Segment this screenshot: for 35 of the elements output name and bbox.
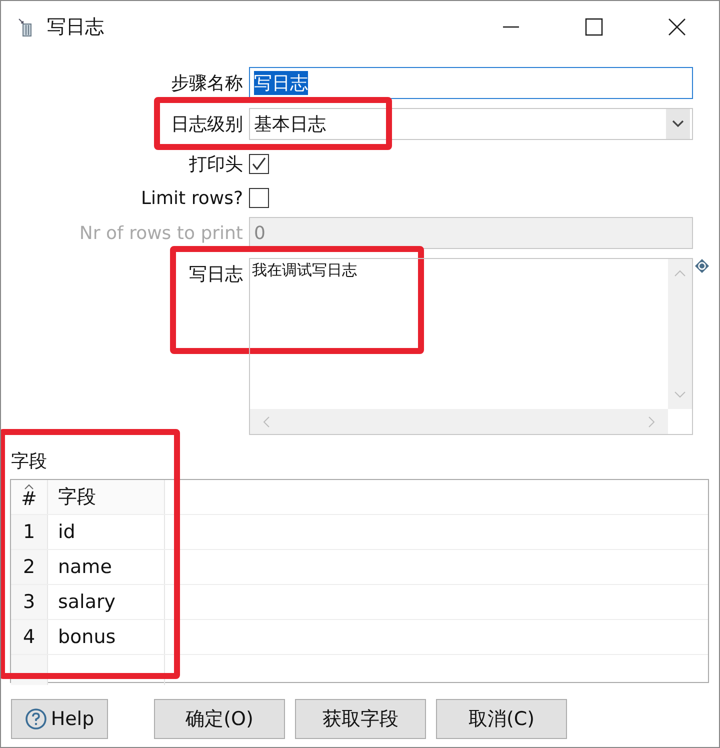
field-label: 步骤名称 — [170, 72, 244, 95]
help-icon — [24, 708, 47, 730]
row-number: 1 — [11, 515, 48, 549]
help-button[interactable]: Help — [11, 699, 108, 739]
print-header-checkbox[interactable] — [249, 154, 269, 174]
close-icon[interactable] — [668, 18, 686, 36]
limit-rows-checkbox[interactable] — [249, 188, 269, 208]
log-level-dropdown[interactable]: 基本日志 — [249, 108, 693, 140]
column-header[interactable]: 字段 — [48, 480, 165, 514]
table-cell[interactable]: bonus — [48, 620, 165, 654]
field-label: 日志级别 — [170, 113, 244, 136]
log-text-area[interactable]: 我在调试写日志 — [249, 258, 693, 435]
step-name-field[interactable]: 写日志 — [249, 67, 693, 99]
section-label: 字段 — [11, 450, 48, 473]
table-cell[interactable]: salary — [48, 585, 165, 619]
row-number: 4 — [11, 620, 48, 654]
app-icon — [17, 17, 33, 37]
field-label: 写日志 — [188, 263, 244, 286]
dialog-button[interactable]: 取消(C) — [436, 699, 567, 739]
field-label: 打印头 — [188, 153, 244, 176]
column-header[interactable]: # — [11, 480, 48, 514]
table-cell[interactable]: id — [48, 515, 165, 549]
row-number: 2 — [11, 550, 48, 584]
row-number: 3 — [11, 585, 48, 619]
table-cell[interactable]: name — [48, 550, 165, 584]
variable-icon[interactable] — [694, 258, 710, 274]
field-label: Nr of rows to print — [78, 222, 244, 244]
window-title: 写日志 — [47, 15, 104, 40]
chevron-down-icon — [666, 109, 690, 139]
sort-icon — [24, 484, 34, 490]
maximize-icon[interactable] — [585, 18, 603, 36]
dialog-button[interactable]: 确定(O) — [154, 699, 285, 739]
field-label: Limit rows? — [140, 188, 244, 208]
dialog-button[interactable]: 获取字段 — [295, 699, 426, 739]
checkmark-icon — [250, 155, 268, 173]
